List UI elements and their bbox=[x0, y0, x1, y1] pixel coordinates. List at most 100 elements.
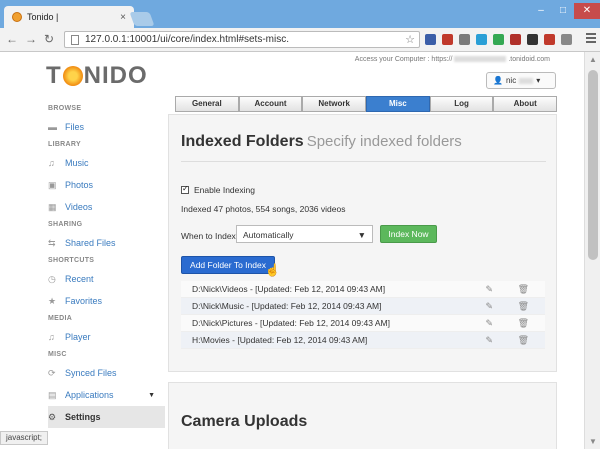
edit-pencil-icon[interactable]: ✎ bbox=[485, 301, 493, 312]
indexed-folder-row: D:\Nick\Music - [Updated: Feb 12, 2014 0… bbox=[181, 298, 545, 315]
sidebar-item-label: Settings bbox=[65, 412, 101, 422]
scroll-up-icon[interactable]: ▲ bbox=[589, 55, 597, 64]
camera-uploads-panel: Camera Uploads bbox=[168, 382, 557, 449]
tonido-favicon-icon bbox=[12, 12, 22, 22]
settings-tabs: General Account Network Misc Log About bbox=[175, 96, 558, 112]
sidebar-section-header: BROWSE bbox=[48, 105, 82, 112]
sidebar-item-files[interactable]: ▬ Files bbox=[48, 116, 165, 138]
edit-pencil-icon[interactable]: ✎ bbox=[485, 284, 493, 295]
extension-icon[interactable] bbox=[510, 34, 521, 45]
browser-toolbar: ← → ↻ 127.0.0.1:10001/ui/core/index.html… bbox=[0, 28, 600, 52]
music-icon: ♫ bbox=[48, 158, 55, 168]
folder-path: H:\Movies - [Updated: Feb 12, 2014 09:43… bbox=[192, 335, 368, 345]
tab-about[interactable]: About bbox=[493, 96, 558, 112]
page-scrollbar[interactable]: ▲ ▼ bbox=[584, 52, 600, 449]
sidebar-section-header: LIBRARY bbox=[48, 141, 81, 148]
folder-path: D:\Nick\Pictures - [Updated: Feb 12, 201… bbox=[192, 318, 390, 328]
new-tab-button[interactable] bbox=[129, 12, 155, 26]
bookmark-star-icon[interactable]: ☆ bbox=[405, 33, 415, 46]
folder-icon: ▬ bbox=[48, 122, 57, 132]
sidebar-item-label: Synced Files bbox=[65, 368, 117, 378]
sidebar-item-label: Files bbox=[65, 122, 85, 132]
indexed-folder-row: D:\Nick\Videos - [Updated: Feb 12, 2014 … bbox=[181, 281, 545, 298]
extension-icon[interactable] bbox=[442, 34, 453, 45]
sidebar-item-label: Music bbox=[65, 158, 89, 168]
enable-indexing-checkbox[interactable] bbox=[181, 184, 189, 194]
when-to-index-select[interactable]: Automatically ▼ bbox=[236, 225, 373, 243]
folder-path: D:\Nick\Music - [Updated: Feb 12, 2014 0… bbox=[192, 301, 382, 311]
sidebar-section-header: SHARING bbox=[48, 221, 83, 228]
window-maximize-button[interactable]: □ bbox=[552, 3, 574, 19]
sidebar-item-recent[interactable]: ◷ Recent bbox=[48, 268, 165, 290]
page-icon bbox=[71, 35, 79, 45]
trash-icon[interactable]: 🗑 bbox=[518, 318, 529, 329]
trash-icon[interactable]: 🗑 bbox=[518, 301, 529, 312]
sidebar-item-settings[interactable]: ⚙ Settings bbox=[48, 406, 165, 428]
indexed-folder-row: H:\Movies - [Updated: Feb 12, 2014 09:43… bbox=[181, 332, 545, 349]
address-bar[interactable]: 127.0.0.1:10001/ui/core/index.html#sets-… bbox=[64, 31, 420, 48]
extension-icon[interactable] bbox=[476, 34, 487, 45]
edit-pencil-icon[interactable]: ✎ bbox=[485, 335, 493, 346]
browser-tab[interactable]: Tonido | × bbox=[4, 6, 134, 28]
user-menu-button[interactable]: 👤 nic ▾ bbox=[486, 72, 556, 89]
trash-icon[interactable]: 🗑 bbox=[518, 284, 529, 295]
trash-icon[interactable]: 🗑 bbox=[518, 335, 529, 346]
panel-subtitle: Specify indexed folders bbox=[306, 133, 462, 150]
sidebar-item-videos[interactable]: ▦ Videos bbox=[48, 196, 165, 218]
tab-network[interactable]: Network bbox=[302, 96, 367, 112]
reload-icon[interactable]: ↻ bbox=[44, 32, 54, 46]
sidebar-item-label: Recent bbox=[65, 274, 94, 284]
sync-icon: ⟳ bbox=[48, 368, 56, 378]
window-close-button[interactable]: ✕ bbox=[574, 3, 600, 19]
sidebar-item-favorites[interactable]: ★ Favorites bbox=[48, 290, 165, 312]
sidebar-item-label: Applications bbox=[65, 390, 114, 400]
tab-account[interactable]: Account bbox=[238, 96, 303, 112]
tab-misc[interactable]: Misc bbox=[366, 96, 430, 112]
sidebar-item-music[interactable]: ♫ Music bbox=[48, 152, 165, 174]
hand-cursor-icon: ☝ bbox=[265, 263, 280, 277]
chevron-down-icon[interactable]: ▼ bbox=[148, 392, 155, 399]
add-folder-button[interactable]: Add Folder To Index bbox=[181, 256, 275, 274]
extension-icon[interactable] bbox=[527, 34, 538, 45]
scroll-down-icon[interactable]: ▼ bbox=[589, 437, 597, 446]
sidebar-item-player[interactable]: ♫ Player bbox=[48, 326, 165, 348]
extension-icon[interactable] bbox=[544, 34, 555, 45]
sidebar-section-header: MISC bbox=[48, 351, 67, 358]
extension-icon[interactable] bbox=[493, 34, 504, 45]
extension-icon[interactable] bbox=[425, 34, 436, 45]
tab-general[interactable]: General bbox=[175, 96, 239, 112]
user-icon: 👤 bbox=[493, 76, 503, 85]
forward-arrow-icon[interactable]: → bbox=[25, 32, 37, 46]
sidebar-item-shared-files[interactable]: ⇆ Shared Files bbox=[48, 232, 165, 254]
video-icon: ▦ bbox=[48, 202, 57, 212]
tab-log[interactable]: Log bbox=[429, 96, 494, 112]
extension-icon[interactable] bbox=[459, 34, 470, 45]
enable-indexing-row: Enable Indexing bbox=[181, 184, 255, 195]
browser-menu-icon[interactable] bbox=[586, 33, 596, 43]
sidebar-item-label: Videos bbox=[65, 202, 93, 212]
sidebar-item-photos[interactable]: ▣ Photos bbox=[48, 174, 165, 196]
sidebar-section-header: MEDIA bbox=[48, 315, 73, 322]
apps-icon: ▤ bbox=[48, 390, 57, 400]
window-minimize-button[interactable]: ‒ bbox=[530, 3, 552, 19]
divider bbox=[181, 161, 546, 162]
tab-close-icon[interactable]: × bbox=[120, 12, 126, 23]
extension-icon[interactable] bbox=[561, 34, 572, 45]
edit-pencil-icon[interactable]: ✎ bbox=[485, 318, 493, 329]
sidebar-item-synced-files[interactable]: ⟳ Synced Files bbox=[48, 362, 165, 384]
folder-path: D:\Nick\Videos - [Updated: Feb 12, 2014 … bbox=[192, 284, 386, 294]
sidebar-item-label: Player bbox=[65, 332, 91, 342]
clock-icon: ◷ bbox=[48, 274, 56, 284]
enable-indexing-label: Enable Indexing bbox=[194, 185, 255, 195]
back-arrow-icon[interactable]: ← bbox=[6, 32, 18, 46]
browser-titlebar: Tonido | × ‒ □ ✕ bbox=[0, 0, 600, 28]
indexed-folder-list: D:\Nick\Videos - [Updated: Feb 12, 2014 … bbox=[181, 281, 545, 349]
url-text: 127.0.0.1:10001/ui/core/index.html#sets-… bbox=[85, 34, 289, 45]
panel-title: Indexed Folders Specify indexed folders bbox=[181, 133, 462, 150]
sidebar-item-label: Shared Files bbox=[65, 238, 116, 248]
blurred-url bbox=[454, 56, 507, 63]
logo-letter-t: T bbox=[46, 62, 62, 89]
scrollbar-thumb[interactable] bbox=[588, 70, 598, 260]
index-now-button[interactable]: Index Now bbox=[380, 225, 437, 243]
sidebar-item-applications[interactable]: ▤ Applications ▼ bbox=[48, 384, 165, 406]
